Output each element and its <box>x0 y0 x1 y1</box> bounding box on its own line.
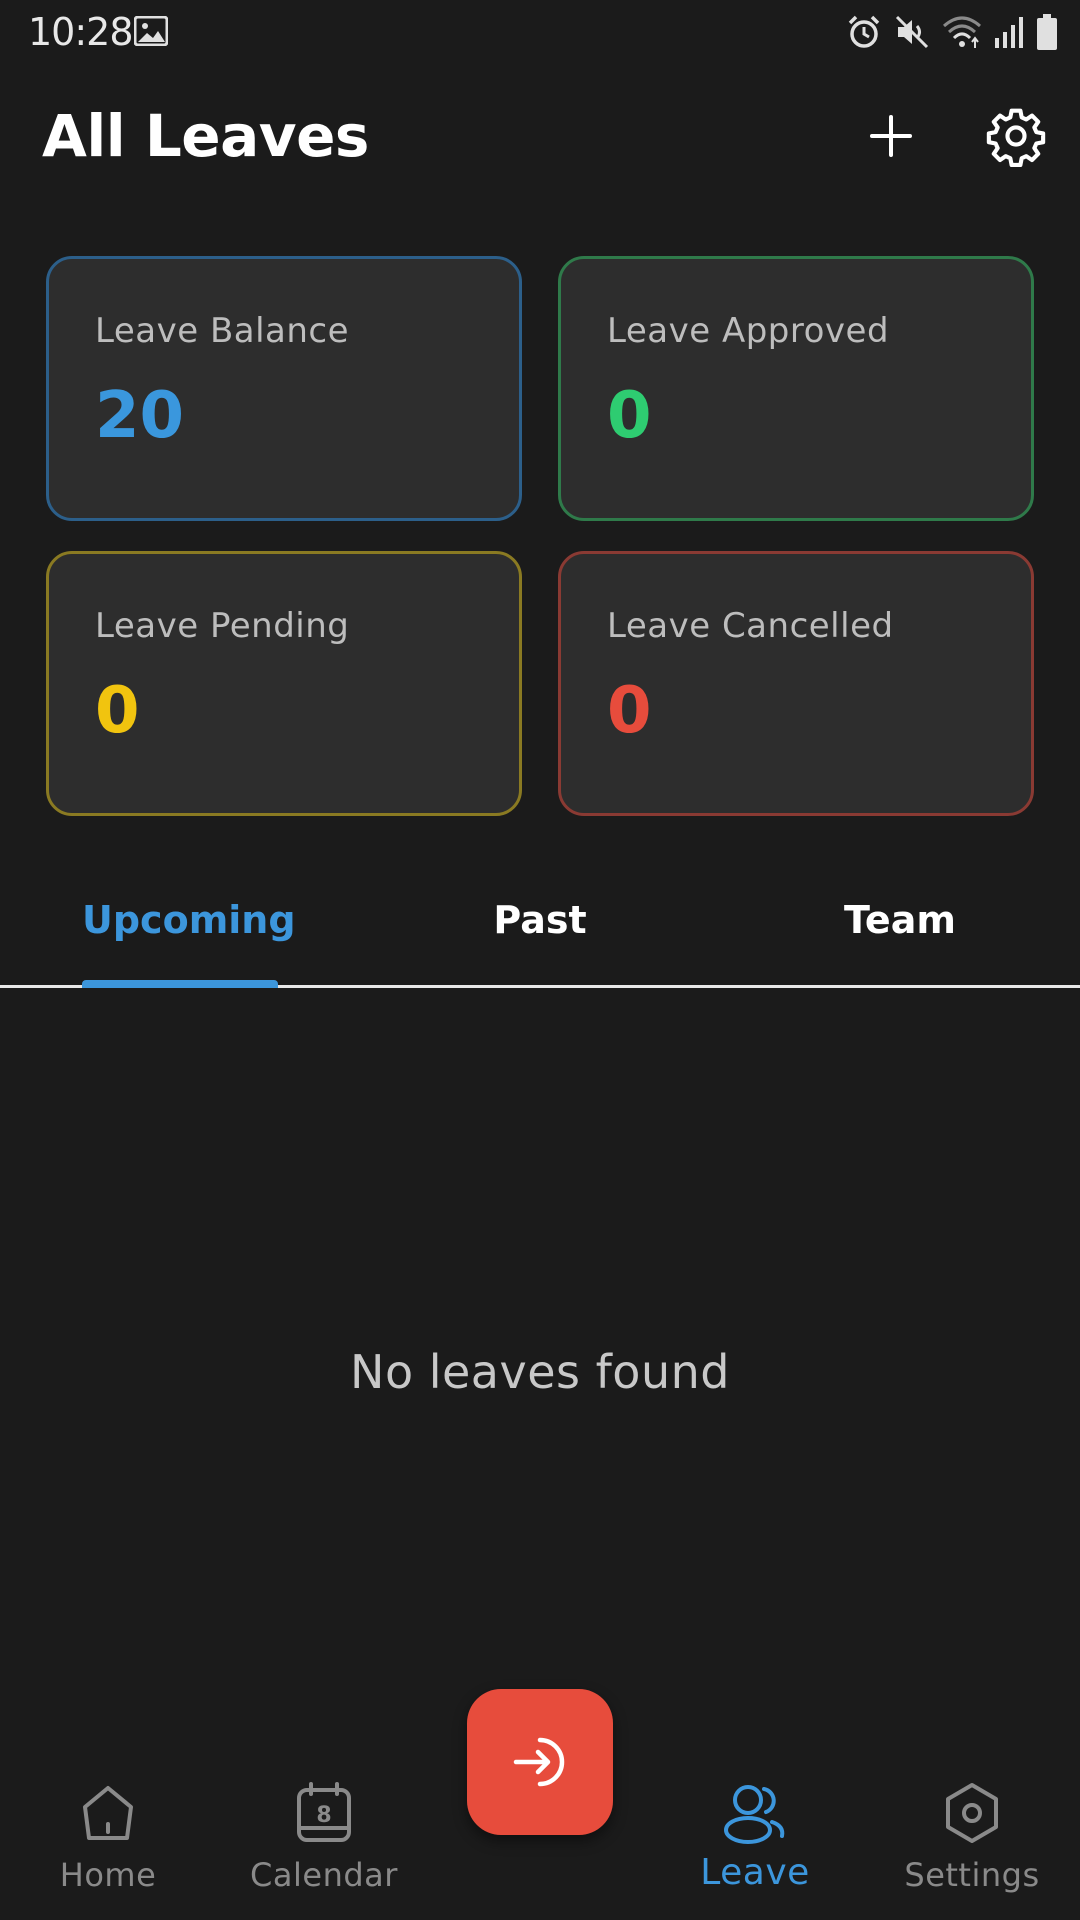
settings-button[interactable] <box>980 100 1052 172</box>
nav-item-settings[interactable]: Settings <box>872 1780 1072 1894</box>
hexagon-settings-icon <box>946 1783 998 1843</box>
add-leave-button[interactable] <box>855 100 927 172</box>
tab-past[interactable]: Past <box>460 898 620 942</box>
bottom-navigation: Home 8 Calendar Leave Settings <box>0 1760 1080 1920</box>
card-value: 0 <box>607 674 652 748</box>
leave-approved-card[interactable]: Leave Approved 0 <box>558 256 1034 521</box>
mute-icon <box>894 14 930 50</box>
calendar-badge: 8 <box>316 1803 331 1828</box>
signal-icon <box>994 14 1024 50</box>
wifi-icon <box>942 14 982 50</box>
gear-icon <box>986 108 1046 167</box>
active-tab-indicator <box>82 980 278 988</box>
users-icon <box>724 1785 785 1844</box>
gallery-icon <box>133 15 169 47</box>
leave-tabs: Upcoming Past Team <box>0 880 1080 988</box>
plus-icon <box>870 115 912 157</box>
card-label: Leave Pending <box>95 606 350 646</box>
nav-label: Home <box>59 1856 157 1894</box>
empty-state-message: No leaves found <box>350 1345 730 1399</box>
home-icon <box>83 1786 133 1840</box>
card-value: 0 <box>607 379 652 453</box>
app-header: All Leaves <box>0 90 1080 186</box>
status-bar: 10:28 <box>0 0 1080 66</box>
screen: 10:28 All Leaves Leave Balance 20 Leave … <box>0 0 1080 1920</box>
page-title: All Leaves <box>42 102 369 170</box>
nav-item-leave[interactable]: Leave <box>655 1780 855 1893</box>
status-time: 10:28 <box>28 10 134 54</box>
leave-cancelled-card[interactable]: Leave Cancelled 0 <box>558 551 1034 816</box>
card-label: Leave Approved <box>607 311 890 351</box>
alarm-icon <box>846 14 882 50</box>
nav-label: Settings <box>904 1856 1040 1894</box>
nav-label: Calendar <box>250 1856 398 1894</box>
status-icons <box>846 12 1058 52</box>
card-label: Leave Balance <box>95 311 350 351</box>
calendar-icon: 8 <box>297 1782 351 1842</box>
leave-balance-card[interactable]: Leave Balance 20 <box>46 256 522 521</box>
leave-pending-card[interactable]: Leave Pending 0 <box>46 551 522 816</box>
card-value: 20 <box>95 379 185 453</box>
nav-item-calendar[interactable]: 8 Calendar <box>224 1780 424 1894</box>
card-value: 0 <box>95 674 140 748</box>
nav-label: Leave <box>700 1852 810 1893</box>
battery-icon <box>1036 14 1058 50</box>
tab-upcoming[interactable]: Upcoming <box>82 898 296 942</box>
tab-team[interactable]: Team <box>820 898 980 942</box>
card-label: Leave Cancelled <box>607 606 894 646</box>
nav-item-home[interactable]: Home <box>8 1780 208 1894</box>
